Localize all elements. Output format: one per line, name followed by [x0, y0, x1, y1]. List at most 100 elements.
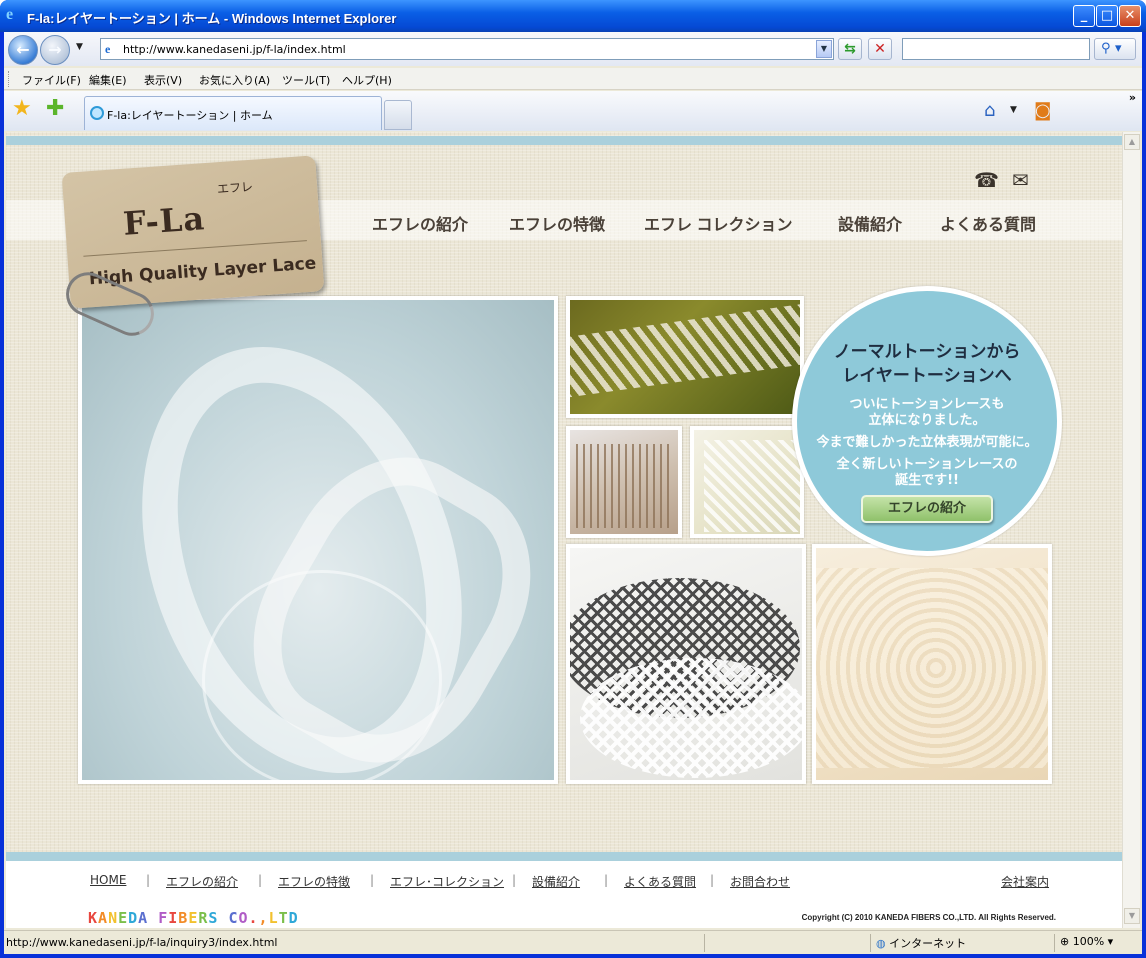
footer-separator: | — [146, 873, 151, 887]
address-dropdown-icon[interactable]: ▼ — [816, 40, 832, 58]
search-button[interactable]: ⚲ ▾ — [1094, 38, 1136, 60]
title-bar: e F-la:レイヤートーション | ホーム - Windows Interne… — [0, 0, 1146, 32]
security-zone[interactable]: ◍ インターネット — [876, 935, 966, 951]
mail-icon[interactable]: ✉ — [1012, 168, 1029, 192]
home-dropdown-icon[interactable]: ▼ — [1010, 105, 1017, 115]
menu-tools[interactable]: ツール(T) — [282, 72, 330, 88]
logo-tagline: High Quality Layer Lace — [88, 253, 317, 290]
company-name-letter: E — [118, 909, 129, 927]
scroll-down-icon[interactable]: ▼ — [1124, 908, 1140, 924]
footer-link-contact[interactable]: お問合わせ — [730, 873, 790, 890]
hero-lace-photo — [78, 296, 558, 784]
promo-circle: ノーマルトーションから レイヤートーションへ ついにトーションレースも 立体にな… — [792, 286, 1062, 556]
footer-separator: | — [258, 873, 263, 887]
logo-divider — [83, 240, 307, 257]
page-icon: e — [105, 42, 111, 56]
menu-file[interactable]: ファイル(F) — [22, 72, 81, 88]
footer-separator: | — [512, 873, 517, 887]
tab-bar: ★ ✚ F-la:レイヤートーション | ホーム ⌂ ▼ ◙ » — [4, 91, 1142, 131]
nav-collection[interactable]: エフレ コレクション — [644, 211, 792, 235]
ie-window: e F-la:レイヤートーション | ホーム - Windows Interne… — [0, 0, 1146, 958]
status-divider — [704, 934, 705, 952]
menu-edit[interactable]: 編集(E) — [89, 72, 127, 88]
recent-pages-dropdown-icon[interactable]: ▼ — [76, 42, 83, 52]
minimize-button[interactable]: _ — [1073, 5, 1095, 27]
promo-body-line3: 今まで難しかった立体表現が可能に。 — [816, 435, 1038, 450]
scroll-up-icon[interactable]: ▲ — [1124, 134, 1140, 150]
search-input[interactable] — [902, 38, 1090, 60]
chevron-more-icon[interactable]: » — [1129, 91, 1136, 104]
refresh-button[interactable]: ⇆ — [838, 38, 862, 60]
footer-link-features[interactable]: エフレの特徴 — [278, 873, 350, 890]
address-field[interactable]: e http://www.kanedaseni.jp/f-la/index.ht… — [100, 38, 834, 60]
globe-icon: ◍ — [876, 937, 890, 950]
company-name-letter: A — [138, 909, 149, 927]
address-text[interactable]: http://www.kanedaseni.jp/f-la/index.html — [123, 43, 346, 56]
logo-kana: エフレ — [216, 179, 254, 197]
stop-button[interactable]: ✕ — [868, 38, 892, 60]
status-divider — [870, 934, 871, 952]
menu-bar: ファイル(F) 編集(E) 表示(V) お気に入り(A) ツール(T) ヘルプ(… — [4, 68, 1142, 90]
promo-heading-line2: レイヤートーションへ — [842, 366, 1012, 386]
toolbar-grip[interactable] — [8, 71, 10, 87]
promo-heading-line1: ノーマルトーションから — [833, 342, 1021, 362]
footer-separator: | — [604, 873, 609, 887]
vertical-scrollbar[interactable]: ▲ ▼ — [1122, 132, 1140, 928]
footer-link-faq[interactable]: よくある質問 — [624, 873, 696, 890]
tab-home[interactable]: F-la:レイヤートーション | ホーム — [84, 96, 382, 130]
menu-help[interactable]: ヘルプ(H) — [342, 72, 392, 88]
footer-link-equipment[interactable]: 設備紹介 — [532, 873, 580, 890]
footer-link-collection[interactable]: エフレ･コレクション — [390, 873, 504, 890]
company-name: KANEDA FIBERS CO.,LTD — [88, 909, 299, 927]
zoom-control[interactable]: ⊕ 100% ▾ — [1060, 935, 1113, 948]
top-accent-band — [6, 136, 1122, 145]
tab-label: F-la:レイヤートーション | ホーム — [107, 109, 273, 122]
nav-intro[interactable]: エフレの紹介 — [372, 211, 468, 235]
maximize-button[interactable]: □ — [1096, 5, 1118, 27]
footer-accent-band — [6, 852, 1122, 861]
promo-body-line5: 誕生です!! — [895, 473, 959, 488]
lace-photo-cream — [812, 544, 1052, 784]
company-name-letter: C — [228, 909, 239, 927]
footer-link-home[interactable]: HOME — [90, 873, 126, 887]
status-divider — [1054, 934, 1055, 952]
zoom-dropdown-icon: ▾ — [1104, 935, 1114, 948]
favorites-center-icon[interactable]: ★ — [12, 97, 32, 121]
company-name-letter: F — [158, 909, 169, 927]
company-name-letter: E — [188, 909, 199, 927]
company-name-letter: L — [268, 909, 279, 927]
company-name-letter: S — [208, 909, 219, 927]
forward-button[interactable]: → — [40, 35, 70, 65]
zoom-level: 100% — [1072, 935, 1105, 948]
footer-link-intro[interactable]: エフレの紹介 — [166, 873, 238, 890]
menu-view[interactable]: 表示(V) — [144, 72, 182, 88]
browser-client: ← → ▼ e http://www.kanedaseni.jp/f-la/in… — [4, 32, 1142, 954]
company-name-letter: R — [198, 909, 209, 927]
site-footer: HOME | エフレの紹介 | エフレの特徴 | エフレ･コレクション | 設備… — [6, 861, 1122, 928]
zone-label: インターネット — [889, 937, 967, 950]
nav-features[interactable]: エフレの特徴 — [509, 211, 605, 235]
footer-link-company[interactable]: 会社案内 — [1001, 873, 1049, 890]
nav-equipment[interactable]: 設備紹介 — [838, 211, 902, 235]
footer-separator: | — [370, 873, 375, 887]
home-icon[interactable]: ⌂ — [984, 100, 995, 121]
web-page: ☎ ✉ エフレの紹介 エフレの特徴 エフレ コレクション 設備紹介 よくある質問… — [6, 132, 1122, 928]
nav-faq[interactable]: よくある質問 — [940, 211, 1036, 235]
company-name-letter: D — [288, 909, 299, 927]
menu-favorites[interactable]: お気に入り(A) — [199, 72, 270, 88]
back-button[interactable]: ← — [8, 35, 38, 65]
company-name-letter — [218, 909, 228, 927]
company-name-letter: K — [88, 909, 99, 927]
add-favorites-icon[interactable]: ✚ — [46, 97, 64, 121]
close-button[interactable]: ✕ — [1119, 5, 1141, 27]
phone-icon[interactable]: ☎ — [974, 168, 999, 192]
feeds-icon[interactable]: ◙ — [1034, 100, 1051, 121]
new-tab-button[interactable] — [384, 100, 412, 130]
company-name-letter: O — [238, 909, 249, 927]
lace-photo-white — [690, 426, 804, 538]
promo-intro-button[interactable]: エフレの紹介 — [861, 495, 993, 523]
copyright: Copyright (C) 2010 KANEDA FIBERS CO.,LTD… — [801, 913, 1056, 922]
status-text: http://www.kanedaseni.jp/f-la/inquiry3/i… — [6, 936, 278, 949]
company-name-letter: , — [258, 909, 269, 927]
company-name-letter: D — [128, 909, 139, 927]
